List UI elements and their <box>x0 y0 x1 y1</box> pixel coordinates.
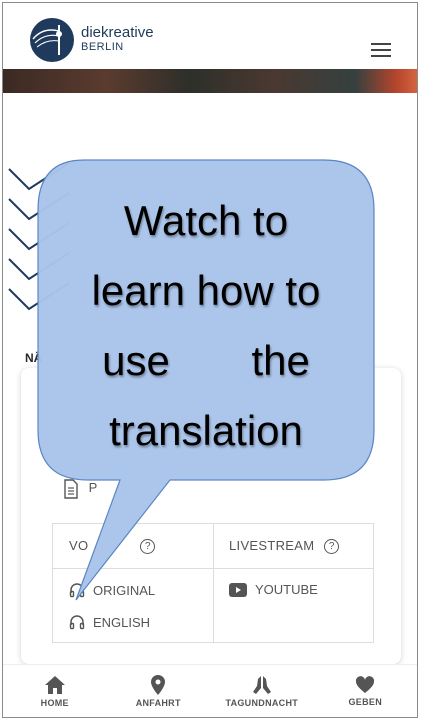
site-header: diekreative BERLIN <box>3 3 417 69</box>
nav-label: GEBEN <box>348 696 382 707</box>
nav-label: ANFAHRT <box>135 697 181 708</box>
audio-option-label: ORIGINAL <box>93 582 156 598</box>
stream-option-youtube[interactable]: YOUTUBE <box>229 582 318 597</box>
praying-hands-icon <box>252 675 271 694</box>
map-pin-icon <box>151 674 166 695</box>
help-icon[interactable]: ? <box>140 539 156 555</box>
nav-label: HOME <box>40 697 69 708</box>
callout-line: learn how to <box>91 267 321 314</box>
audio-option-english[interactable]: ENGLISH <box>69 614 150 630</box>
headphones-icon <box>69 583 85 598</box>
heart-icon <box>356 675 375 693</box>
brand-logo-icon[interactable] <box>29 17 75 63</box>
nav-home[interactable]: HOME <box>3 665 107 717</box>
callout-text: Watch to learn how to use the translatio… <box>45 186 367 466</box>
brand-line2: BERLIN <box>81 41 124 53</box>
options-grid: VO? LIVESTREAM? ORIGINAL ENGLISH YOUTUBE <box>52 523 374 643</box>
document-icon <box>64 479 78 499</box>
hamburger-menu-icon[interactable] <box>371 43 391 57</box>
headphones-icon <box>69 615 85 630</box>
nav-label: TAGUNDNACHT <box>225 697 299 708</box>
voice-column-header: VO? <box>69 538 156 555</box>
nav-anfahrt[interactable]: ANFAHRT <box>107 665 211 717</box>
document-label: P <box>88 480 98 496</box>
youtube-icon <box>229 582 247 597</box>
document-link[interactable]: P <box>63 479 97 499</box>
audio-option-original[interactable]: ORIGINAL <box>69 582 155 598</box>
livestream-column-header: LIVESTREAM? <box>229 538 340 555</box>
nav-geben[interactable]: GEBEN <box>314 665 418 717</box>
section-heading: NÄ <box>25 351 43 365</box>
help-icon[interactable]: ? <box>324 539 340 555</box>
hero-banner-image <box>3 69 417 93</box>
brand-line1: diekreative <box>81 24 154 41</box>
brand-wordmark: diekreative BERLIN <box>81 25 154 53</box>
home-icon <box>44 675 65 694</box>
voice-header-label: VO <box>69 538 89 553</box>
callout-line: translation <box>109 407 303 454</box>
livestream-header-label: LIVESTREAM <box>229 538 315 553</box>
callout-line: Watch to <box>123 197 289 244</box>
bottom-navigation: HOME ANFAHRT TAGUNDNACHT GEBEN <box>3 664 417 717</box>
nav-tagundnacht[interactable]: TAGUNDNACHT <box>210 665 314 717</box>
audio-option-label: ENGLISH <box>93 614 151 630</box>
callout-line: use the <box>102 337 310 384</box>
stream-option-label: YOUTUBE <box>255 582 318 597</box>
